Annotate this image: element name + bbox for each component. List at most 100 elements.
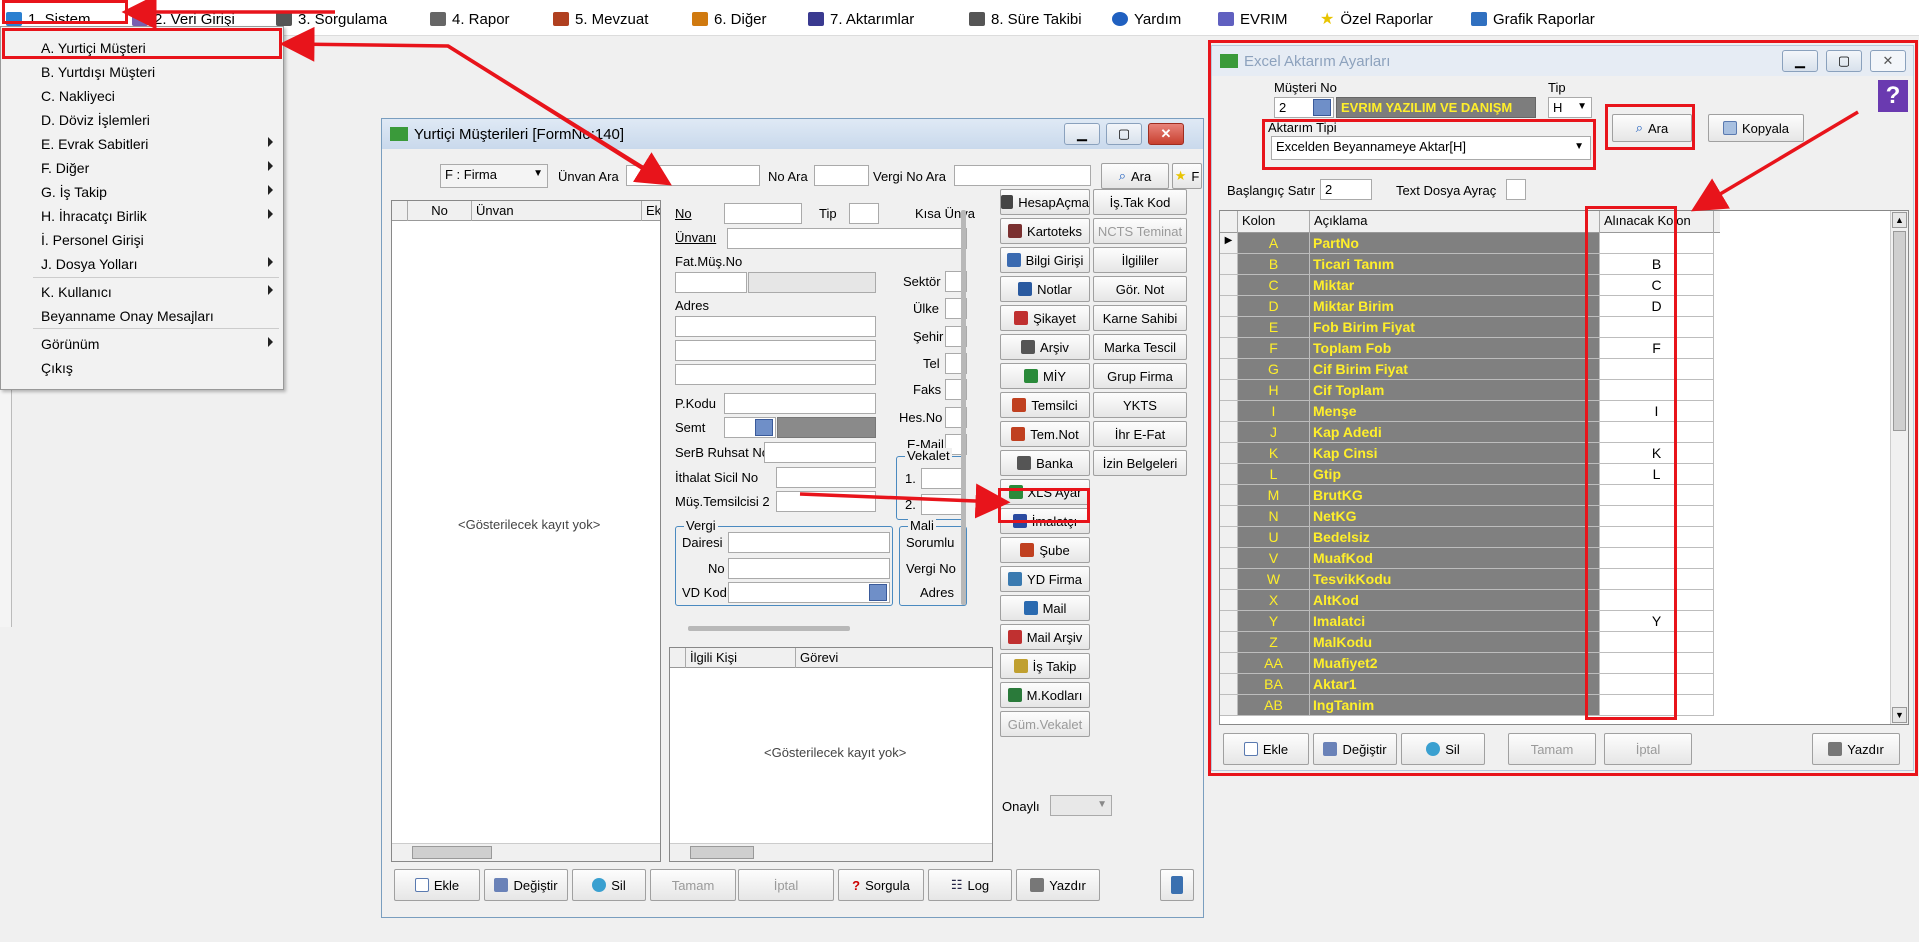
- exit-button[interactable]: [1160, 869, 1194, 901]
- kolon-cell[interactable]: F: [1238, 338, 1310, 359]
- side-button-right-6[interactable]: Grup Firma: [1093, 363, 1187, 389]
- side-button-7[interactable]: Temsilci: [1000, 392, 1090, 418]
- fat-mus-no-field[interactable]: [675, 272, 747, 293]
- side-button-10[interactable]: XLS Ayar: [1000, 479, 1090, 505]
- aciklama-cell[interactable]: Bedelsiz: [1310, 527, 1600, 548]
- aciklama-cell[interactable]: Miktar Birim: [1310, 296, 1600, 317]
- lookup-icon[interactable]: [1313, 99, 1331, 116]
- log-button[interactable]: ☷ Log: [928, 869, 1012, 901]
- unvani-field[interactable]: [727, 228, 967, 249]
- help-icon[interactable]: ?: [1878, 80, 1908, 112]
- excel-ara-button[interactable]: ⌕ Ara: [1612, 114, 1692, 142]
- serb-ruhsat-field[interactable]: [764, 442, 876, 463]
- sistem-menu-item-12[interactable]: Görünüm: [1, 333, 283, 355]
- kolon-cell[interactable]: G: [1238, 359, 1310, 380]
- text-dosya-ayrac-field[interactable]: [1506, 179, 1526, 200]
- dairesi-field[interactable]: [728, 532, 890, 553]
- contact-scroll-thumb[interactable]: [690, 846, 754, 859]
- excel-sil-button[interactable]: Sil: [1401, 733, 1485, 765]
- scroll-thumb[interactable]: [412, 846, 492, 859]
- aciklama-cell[interactable]: TesvikKodu: [1310, 569, 1600, 590]
- kolon-cell[interactable]: B: [1238, 254, 1310, 275]
- lookup-icon[interactable]: [755, 419, 773, 436]
- side-button-0[interactable]: HesapAçma: [1000, 189, 1090, 215]
- vergi-no-field[interactable]: [728, 558, 890, 579]
- aciklama-cell[interactable]: MalKodu: [1310, 632, 1600, 653]
- musteri-no-field[interactable]: 2: [1274, 97, 1334, 118]
- kolon-cell[interactable]: U: [1238, 527, 1310, 548]
- semt-field[interactable]: [724, 417, 776, 438]
- p-kodu-field[interactable]: [724, 393, 876, 414]
- kolon-cell[interactable]: H: [1238, 380, 1310, 401]
- kolon-row[interactable]: N NetKG: [1220, 506, 1720, 527]
- excel-minimize-button[interactable]: ▁: [1782, 50, 1818, 72]
- sistem-menu-item-7[interactable]: H. İhracatçı Birlik: [1, 205, 283, 227]
- excel-yazdir-button[interactable]: Yazdır: [1812, 733, 1900, 765]
- kolon-row[interactable]: D Miktar Birim D: [1220, 296, 1720, 317]
- menu-rapor[interactable]: 4. Rapor: [430, 9, 510, 29]
- adres-line-2[interactable]: [675, 340, 876, 361]
- aciklama-cell[interactable]: Fob Birim Fiyat: [1310, 317, 1600, 338]
- aktarim-tipi-select[interactable]: Excelden Beyannameye Aktar[H] ▼: [1271, 136, 1591, 160]
- aciklama-cell[interactable]: Aktar1: [1310, 674, 1600, 695]
- kolon-row[interactable]: ▶ A PartNo: [1220, 233, 1720, 254]
- menu-evrim[interactable]: EVRIM: [1218, 9, 1288, 29]
- side-button-right-4[interactable]: Karne Sahibi: [1093, 305, 1187, 331]
- menu-yardim[interactable]: Yardım: [1112, 9, 1181, 29]
- aciklama-cell[interactable]: PartNo: [1310, 233, 1600, 254]
- no-field[interactable]: [724, 203, 802, 224]
- sistem-menu-item-8[interactable]: İ. Personel Girişi: [1, 229, 283, 251]
- kolon-row[interactable]: G Cif Birim Fiyat: [1220, 359, 1720, 380]
- side-button-right-2[interactable]: İlgililer: [1093, 247, 1187, 273]
- kolon-cell[interactable]: A: [1238, 233, 1310, 254]
- yazdir-button[interactable]: Yazdır: [1016, 869, 1100, 901]
- alinacak-kolon-cell[interactable]: [1600, 695, 1714, 716]
- aciklama-cell[interactable]: AltKod: [1310, 590, 1600, 611]
- alinacak-kolon-cell[interactable]: [1600, 506, 1714, 527]
- kolon-row[interactable]: J Kap Adedi: [1220, 422, 1720, 443]
- aciklama-cell[interactable]: NetKG: [1310, 506, 1600, 527]
- kolon-grid[interactable]: Kolon Açıklama Alınacak Kolon ▶ A PartNo B T…: [1219, 210, 1909, 725]
- alinacak-kolon-cell[interactable]: I: [1600, 401, 1714, 422]
- kolon-row[interactable]: C Miktar C: [1220, 275, 1720, 296]
- col-kolon[interactable]: Kolon: [1238, 211, 1310, 233]
- vd-kod-field[interactable]: [728, 582, 890, 603]
- menu-diger[interactable]: 6. Diğer: [692, 9, 767, 29]
- kolon-cell[interactable]: E: [1238, 317, 1310, 338]
- aciklama-cell[interactable]: Cif Toplam: [1310, 380, 1600, 401]
- side-button-17[interactable]: M.Kodları: [1000, 682, 1090, 708]
- side-button-right-5[interactable]: Marka Tescil: [1093, 334, 1187, 360]
- col-alinacak-kolon[interactable]: Alınacak Kolon: [1600, 211, 1714, 233]
- sistem-menu-item-6[interactable]: G. İş Takip: [1, 181, 283, 203]
- alinacak-kolon-cell[interactable]: [1600, 422, 1714, 443]
- side-button-right-3[interactable]: Gör. Not: [1093, 276, 1187, 302]
- alinacak-kolon-cell[interactable]: [1600, 233, 1714, 254]
- kopyala-button[interactable]: Kopyala: [1708, 114, 1804, 142]
- kolon-scroll-thumb[interactable]: [1893, 231, 1906, 431]
- alinacak-kolon-cell[interactable]: [1600, 485, 1714, 506]
- alinacak-kolon-cell[interactable]: [1600, 527, 1714, 548]
- kolon-cell[interactable]: M: [1238, 485, 1310, 506]
- tip-field[interactable]: [849, 203, 879, 224]
- col-unvan[interactable]: Ünvan: [472, 201, 642, 221]
- contact-hscrollbar[interactable]: [670, 843, 992, 861]
- alinacak-kolon-cell[interactable]: B: [1600, 254, 1714, 275]
- menu-sure-takibi[interactable]: 8. Süre Takibi: [969, 9, 1082, 29]
- sistem-menu-item-13[interactable]: Çıkış: [1, 357, 283, 379]
- kolon-row[interactable]: M BrutKG: [1220, 485, 1720, 506]
- vekalet-1-field[interactable]: [921, 468, 965, 489]
- side-button-4[interactable]: Şikayet: [1000, 305, 1090, 331]
- side-button-right-8[interactable]: İhr E-Fat: [1093, 421, 1187, 447]
- unvan-ara-input[interactable]: [626, 165, 760, 186]
- tip-select[interactable]: H ▼: [1548, 97, 1592, 118]
- form-hscrollbar[interactable]: [688, 626, 850, 631]
- kolon-row[interactable]: F Toplam Fob F: [1220, 338, 1720, 359]
- side-button-right-7[interactable]: YKTS: [1093, 392, 1187, 418]
- col-no[interactable]: No: [408, 201, 472, 221]
- no-ara-input[interactable]: [814, 165, 869, 186]
- alinacak-kolon-cell[interactable]: F: [1600, 338, 1714, 359]
- side-button-1[interactable]: Kartoteks: [1000, 218, 1090, 244]
- lookup-icon[interactable]: [869, 584, 887, 601]
- kolon-cell[interactable]: D: [1238, 296, 1310, 317]
- side-button-12[interactable]: Şube: [1000, 537, 1090, 563]
